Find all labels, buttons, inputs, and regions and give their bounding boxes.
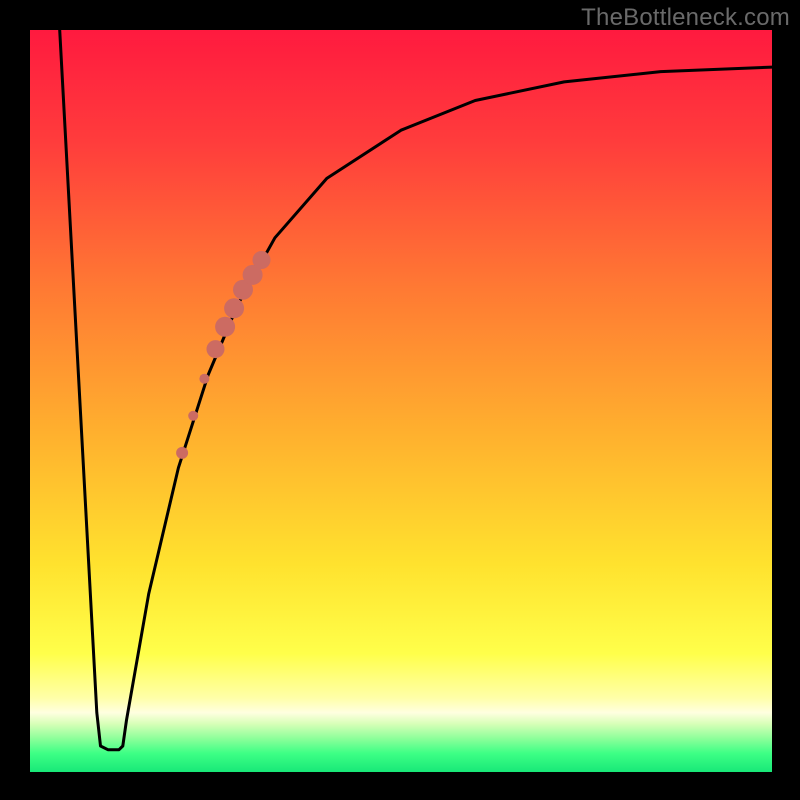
chart-frame: TheBottleneck.com (0, 0, 800, 800)
data-dot (224, 298, 244, 318)
data-dot (215, 317, 235, 337)
plot-area (30, 30, 772, 772)
data-dot (207, 340, 225, 358)
data-dot (253, 251, 271, 269)
bottleneck-curve (60, 30, 772, 750)
curve-layer (30, 30, 772, 772)
data-dot (176, 447, 188, 459)
watermark-text: TheBottleneck.com (581, 4, 790, 32)
data-dot (199, 374, 209, 384)
data-dot (188, 411, 198, 421)
